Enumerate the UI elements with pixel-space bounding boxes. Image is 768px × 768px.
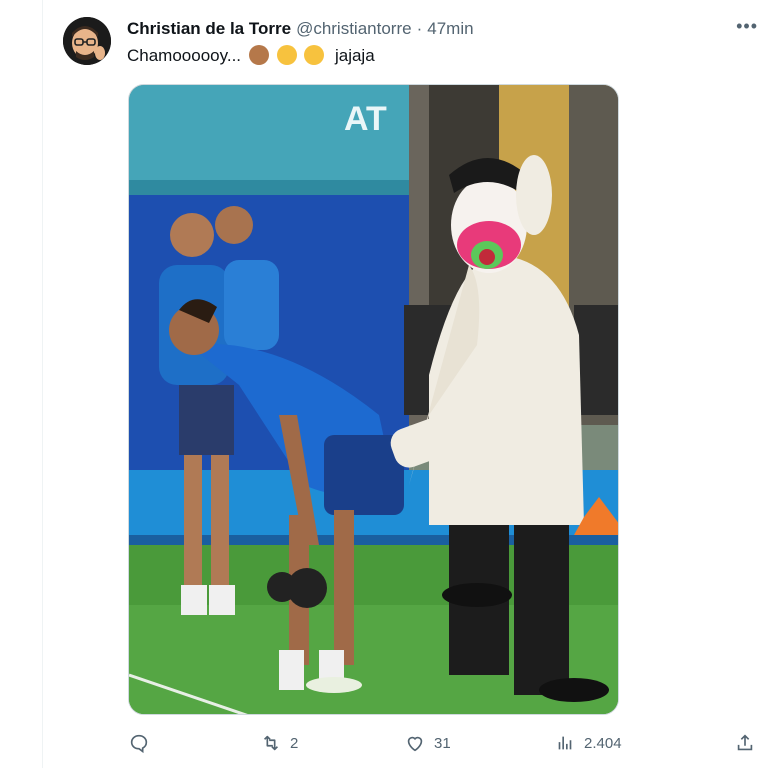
avatar[interactable] xyxy=(63,17,111,65)
tweet-text-suffix: jajaja xyxy=(334,46,375,65)
views-button[interactable]: 2.404 xyxy=(554,732,622,754)
share-button[interactable] xyxy=(734,732,756,754)
bar-chart-icon xyxy=(558,736,572,750)
avatar-cartoon-icon xyxy=(63,17,111,65)
see-no-evil-monkey-icon xyxy=(248,45,269,65)
heart-icon xyxy=(407,736,423,752)
views-count: 2.404 xyxy=(584,734,622,752)
share-icon xyxy=(737,734,753,751)
author-handle[interactable]: @christiantorre xyxy=(296,19,412,39)
timestamp[interactable]: 47min xyxy=(427,19,473,39)
tweet-photo[interactable]: AT xyxy=(128,84,619,715)
photo-training-field-clown: AT xyxy=(129,85,618,714)
more-options-icon[interactable]: ••• xyxy=(736,16,758,37)
svg-text:AT: AT xyxy=(344,100,387,138)
face-with-tears-of-joy-icon xyxy=(276,45,297,65)
tweet-text: Chamoooooy... jajaja xyxy=(127,45,375,66)
retweet-button[interactable]: 2 xyxy=(260,732,298,754)
retweet-icon xyxy=(263,735,279,751)
tweet-actions: 2 31 2.404 xyxy=(128,732,758,756)
like-count: 31 xyxy=(434,734,451,752)
like-button[interactable]: 31 xyxy=(404,732,451,754)
separator-dot: · xyxy=(416,19,423,38)
author-name[interactable]: Christian de la Torre xyxy=(127,19,291,39)
tweet-header: Christian de la Torre @christiantorre · … xyxy=(127,17,748,41)
reply-button[interactable] xyxy=(128,732,158,754)
retweet-count: 2 xyxy=(290,734,299,752)
timeline-divider xyxy=(42,0,43,768)
tweet-text-body: Chamoooooy... xyxy=(127,46,242,65)
zany-face-icon xyxy=(304,45,325,65)
reply-icon xyxy=(130,734,148,754)
